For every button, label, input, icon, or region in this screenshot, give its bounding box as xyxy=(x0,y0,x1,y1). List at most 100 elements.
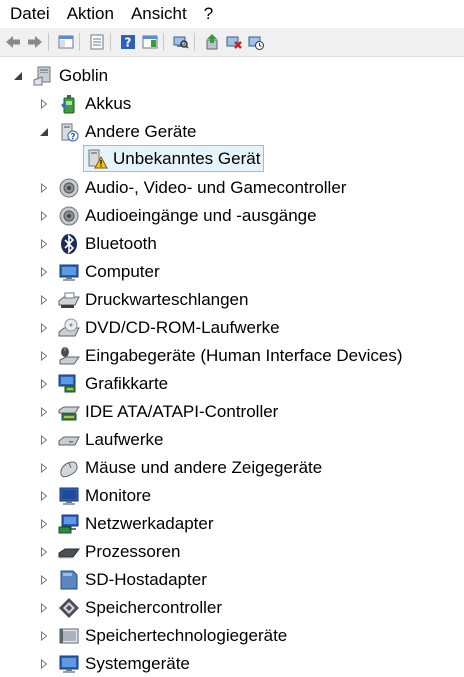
system-devices-icon xyxy=(58,653,80,675)
expand-arrow-icon[interactable] xyxy=(38,518,50,530)
tree-item-laufwerke[interactable]: Laufwerke xyxy=(38,427,163,453)
tree-item-dvd-cd-rom[interactable]: DVD/CD-ROM-Laufwerke xyxy=(38,315,280,341)
tree-item-grafikkarte[interactable]: Grafikkarte xyxy=(38,371,168,397)
tree-item-computer[interactable]: Computer xyxy=(38,259,160,285)
memory-technology-icon xyxy=(58,625,80,647)
menu-datei[interactable]: Datei xyxy=(0,0,57,28)
expand-arrow-icon[interactable] xyxy=(38,434,50,446)
back-icon[interactable] xyxy=(4,33,22,51)
expand-arrow-icon[interactable] xyxy=(38,98,50,110)
monitor-icon xyxy=(58,261,80,283)
expand-arrow-icon[interactable] xyxy=(38,574,50,586)
expand-arrow-icon[interactable] xyxy=(38,406,50,418)
tree-item-label: Laufwerke xyxy=(85,430,164,449)
hid-icon xyxy=(58,345,80,367)
toolbar-separator xyxy=(48,33,49,51)
tree-item-label: IDE ATA/ATAPI-Controller xyxy=(85,402,279,421)
speaker-icon xyxy=(58,177,80,199)
battery-icon xyxy=(58,93,80,115)
computer-icon xyxy=(32,65,54,87)
expand-arrow-icon[interactable] xyxy=(38,238,50,250)
tree-item-ide-ata[interactable]: IDE ATA/ATAPI-Controller xyxy=(38,399,278,425)
collapse-arrow-icon[interactable] xyxy=(38,126,50,138)
monitor-icon xyxy=(58,485,80,507)
tree-item-label: Computer xyxy=(85,262,160,281)
tree-item-label: Unbekanntes Gerät xyxy=(113,148,261,168)
tree-item-audio-io[interactable]: Audioeingänge und -ausgänge xyxy=(38,203,317,229)
tree-item-label: Mäuse und andere Zeigegeräte xyxy=(85,458,323,477)
expand-arrow-icon[interactable] xyxy=(38,546,50,558)
tree-item-monitore[interactable]: Monitore xyxy=(38,483,151,509)
tree-item-maeuse[interactable]: Mäuse und andere Zeigegeräte xyxy=(38,455,322,481)
tree-item-audio-video[interactable]: Audio-, Video- und Gamecontroller xyxy=(38,175,346,201)
tree-item-sd-hostadapter[interactable]: SD-Hostadapter xyxy=(38,567,207,593)
tree-item-label: Monitore xyxy=(85,486,152,505)
warning-device-icon xyxy=(86,148,108,170)
expand-arrow-icon[interactable] xyxy=(38,602,50,614)
printer-icon xyxy=(58,289,80,311)
tree-item-unbekanntes-geraet[interactable]: Unbekanntes Gerät xyxy=(82,145,265,172)
tree-item-label: Andere Geräte xyxy=(85,122,197,141)
tree-item-label: Bluetooth xyxy=(85,234,157,253)
menu-ansicht[interactable]: Ansicht xyxy=(121,0,194,28)
tree-item-label: Audioeingänge und -ausgänge xyxy=(85,206,317,225)
uninstall-icon[interactable] xyxy=(225,33,243,51)
disable-device-icon[interactable] xyxy=(247,33,265,51)
expand-arrow-icon[interactable] xyxy=(38,490,50,502)
scan-hardware-icon[interactable] xyxy=(172,33,190,51)
forward-icon[interactable] xyxy=(26,33,44,51)
tree-item-netzwerkadapter[interactable]: Netzwerkadapter xyxy=(38,511,214,537)
show-hide-console-tree-icon[interactable] xyxy=(57,33,75,51)
expand-arrow-icon[interactable] xyxy=(38,378,50,390)
speaker-icon xyxy=(58,205,80,227)
tree-item-bluetooth[interactable]: Bluetooth xyxy=(38,231,157,257)
svg-text:?: ? xyxy=(70,133,75,143)
menu-bar: Datei Aktion Ansicht ? xyxy=(0,0,464,28)
sd-host-icon xyxy=(58,569,80,591)
tree-item-label: Akkus xyxy=(85,94,132,113)
toolbar-separator xyxy=(163,33,164,51)
unknown-device-icon: ? xyxy=(58,121,80,143)
processor-icon xyxy=(58,541,80,563)
mouse-icon xyxy=(58,457,80,479)
expand-arrow-icon[interactable] xyxy=(38,294,50,306)
tree-item-speichercontroller[interactable]: Speichercontroller xyxy=(38,595,222,621)
svg-text:?: ? xyxy=(125,36,132,50)
tree-item-label: Eingabegeräte (Human Interface Devices) xyxy=(85,346,403,365)
tree-item-label: Audio-, Video- und Gamecontroller xyxy=(85,178,347,197)
expand-arrow-icon[interactable] xyxy=(38,182,50,194)
tree-item-systemgeraete[interactable]: Systemgeräte xyxy=(38,651,190,677)
properties-icon[interactable] xyxy=(88,33,106,51)
expand-arrow-icon[interactable] xyxy=(38,210,50,222)
tree-item-andere-geraete[interactable]: ? Andere Geräte xyxy=(38,119,197,145)
tree-item-speichertechnologiegeraete[interactable]: Speichertechnologiegeräte xyxy=(38,623,287,649)
update-driver-icon[interactable] xyxy=(203,33,221,51)
expand-arrow-icon[interactable] xyxy=(38,350,50,362)
tree-item-eingabegeraete[interactable]: Eingabegeräte (Human Interface Devices) xyxy=(38,343,403,369)
bluetooth-icon xyxy=(58,233,80,255)
tree-item-label: Druckwarteschlangen xyxy=(85,290,249,309)
menu-aktion[interactable]: Aktion xyxy=(57,0,121,28)
network-adapter-icon xyxy=(58,513,80,535)
tree-item-akkus[interactable]: Akkus xyxy=(38,91,131,117)
expand-arrow-icon[interactable] xyxy=(38,322,50,334)
toolbar-separator xyxy=(110,33,111,51)
tree-root-goblin[interactable]: Goblin xyxy=(12,63,108,89)
toolbar: ? xyxy=(0,28,464,57)
collapse-arrow-icon[interactable] xyxy=(12,70,24,82)
expand-arrow-icon[interactable] xyxy=(38,630,50,642)
tree-item-label: Prozessoren xyxy=(85,542,181,561)
expand-arrow-icon[interactable] xyxy=(38,658,50,670)
tree-item-prozessoren[interactable]: Prozessoren xyxy=(38,539,180,565)
ide-controller-icon xyxy=(58,401,80,423)
tree-item-label: Grafikkarte xyxy=(85,374,169,393)
display-adapter-icon xyxy=(58,373,80,395)
help-icon[interactable]: ? xyxy=(119,33,137,51)
expand-arrow-icon[interactable] xyxy=(38,462,50,474)
expand-arrow-icon[interactable] xyxy=(38,266,50,278)
tree-item-druckwarteschlangen[interactable]: Druckwarteschlangen xyxy=(38,287,248,313)
storage-controller-icon xyxy=(58,597,80,619)
menu-help[interactable]: ? xyxy=(194,0,220,28)
tree-item-label: Speichertechnologiegeräte xyxy=(85,626,288,645)
action-pane-icon[interactable] xyxy=(141,33,159,51)
